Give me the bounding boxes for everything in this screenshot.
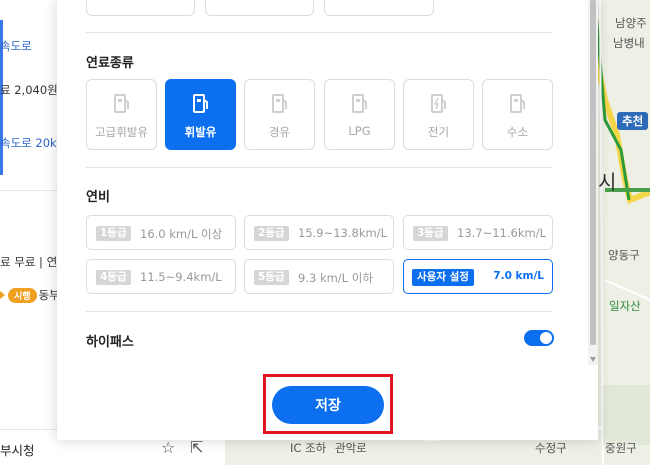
grade-badge: 1등급 xyxy=(96,226,131,241)
scroll-down-arrow-icon[interactable] xyxy=(590,357,596,362)
fuel-option-label: 전기 xyxy=(427,125,450,139)
grade-value: 9.3 km/L 이하 xyxy=(298,271,373,285)
star-icon[interactable]: ☆ xyxy=(161,438,175,457)
fuel-option-electric[interactable]: 전기 xyxy=(403,79,474,150)
save-button[interactable]: 저장 xyxy=(272,386,384,424)
map-label-highlight: 추천 xyxy=(617,112,649,130)
efficiency-section-title: 연비 xyxy=(86,190,110,205)
fuel-option-diesel[interactable]: 경유 xyxy=(244,79,315,150)
gas-pump-icon xyxy=(245,93,314,115)
grade-badge: 3등급 xyxy=(413,226,448,241)
toggle-knob xyxy=(540,332,552,344)
efficiency-custom[interactable]: 사용자 설정 7.0 km/L xyxy=(403,259,553,294)
map-label: 중원구 xyxy=(605,441,637,455)
section-divider xyxy=(86,32,553,33)
grade-badge: 4등급 xyxy=(96,270,131,285)
gas-pump-icon xyxy=(87,93,156,115)
route-info-3: 료 무료 | 연 xyxy=(0,255,58,269)
ev-charger-icon xyxy=(404,93,473,115)
option-chip[interactable] xyxy=(86,0,195,16)
efficiency-grade-1[interactable]: 1등급 16.0 km/L 이상 xyxy=(86,215,236,250)
option-chip[interactable] xyxy=(324,0,434,16)
route-toll-1: 료 2,040원 xyxy=(0,83,58,97)
gas-pump-icon xyxy=(166,93,235,115)
gas-pump-icon xyxy=(483,93,552,115)
custom-badge: 사용자 설정 xyxy=(412,269,474,286)
section-divider xyxy=(86,311,553,312)
fuel-section-title: 연료종류 xyxy=(86,56,134,71)
fuel-option-label: 수소 xyxy=(506,125,529,139)
grade-value: 11.5~9.4km/L xyxy=(140,270,222,284)
fuel-option-label: 고급휘발유 xyxy=(95,125,148,139)
map-label-large: 시 xyxy=(598,170,617,194)
screen: 속도로 료 2,040원 속도로 20km 료 무료 | 연 시행 동부 부시청 … xyxy=(0,0,650,465)
fuel-option-label: 경유 xyxy=(268,125,291,139)
hipass-label: 하이패스 xyxy=(86,335,134,350)
grade-value: 13.7~11.6km/L xyxy=(457,226,546,240)
fuel-option-gasoline[interactable]: 휘발유 xyxy=(165,79,236,150)
status-badge: 시행 xyxy=(8,288,37,303)
fuel-option-label: 휘발유 xyxy=(184,125,217,139)
map-label: IC 조하 xyxy=(290,441,327,455)
hipass-toggle[interactable] xyxy=(524,330,554,346)
scrollbar[interactable] xyxy=(588,0,598,365)
map-label: 수정구 xyxy=(535,441,567,455)
option-chip[interactable] xyxy=(205,0,314,16)
section-divider xyxy=(86,167,553,168)
map-label: 관악로 xyxy=(335,441,367,455)
route-road-1: 속도로 xyxy=(0,39,32,53)
scrollbar-thumb[interactable] xyxy=(590,0,596,345)
grade-value: 15.9~13.8km/L xyxy=(298,226,387,240)
fuel-option-lpg[interactable]: LPG xyxy=(324,79,395,150)
efficiency-grade-3[interactable]: 3등급 13.7~11.6km/L xyxy=(403,215,553,250)
custom-value: 7.0 km/L xyxy=(493,270,544,282)
map-label: 남병내 xyxy=(613,36,645,50)
map-label: 남양주 xyxy=(615,16,647,30)
grade-badge: 5등급 xyxy=(254,270,289,285)
chevron-right-icon xyxy=(0,291,5,299)
fuel-option-label: LPG xyxy=(348,124,371,138)
grade-value: 16.0 km/L 이상 xyxy=(140,227,223,241)
share-icon[interactable]: ⇱ xyxy=(190,438,203,457)
route-road-3: 시행 동부 xyxy=(0,287,60,303)
place-name: 부시청 xyxy=(0,443,35,458)
map-label-park: 일자산 xyxy=(609,299,641,313)
save-highlight-box: 저장 xyxy=(263,374,393,434)
fuel-option-premium-gasoline[interactable]: 고급휘발유 xyxy=(86,79,157,150)
gas-pump-icon xyxy=(325,93,394,115)
efficiency-grade-5[interactable]: 5등급 9.3 km/L 이하 xyxy=(244,259,394,294)
map-label: 양동구 xyxy=(608,248,640,262)
fuel-option-hydrogen[interactable]: 수소 xyxy=(482,79,553,150)
efficiency-grade-4[interactable]: 4등급 11.5~9.4km/L xyxy=(86,259,236,294)
efficiency-grade-2[interactable]: 2등급 15.9~13.8km/L xyxy=(244,215,394,250)
vehicle-settings-modal: 연료종류 고급휘발유 휘발유 경유 LPG 전기 수소 연비 1등급 16.0 … xyxy=(57,0,598,440)
grade-badge: 2등급 xyxy=(254,226,289,241)
